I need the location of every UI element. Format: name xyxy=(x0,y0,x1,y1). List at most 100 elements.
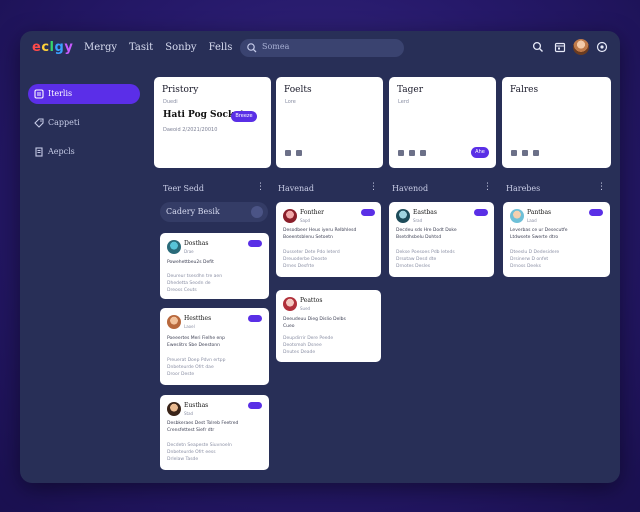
card-detail: Dteeslu D Dedesidere xyxy=(510,250,560,255)
sidebar-item-iterlis[interactable]: Iterlis xyxy=(28,84,140,104)
task-card[interactable]: Hestthes Laoel Poeeertes Meri Fielhe enp… xyxy=(160,308,269,385)
card-detail: Drnoss Deeks xyxy=(510,264,541,269)
like-icon[interactable] xyxy=(285,150,291,156)
card-name: Pantbas xyxy=(527,209,552,216)
sidebar-item-label: Cappeti xyxy=(48,118,80,127)
card-text: Leverbas ce ur Desecutfe xyxy=(510,228,568,233)
user-avatar[interactable] xyxy=(573,39,589,55)
board-icon xyxy=(34,89,44,99)
stat-card-foelts[interactable]: Foelts Lore xyxy=(276,77,383,168)
card-name: Fonther xyxy=(300,209,325,216)
category-filter[interactable]: Cadery Besik xyxy=(160,202,268,222)
nav-item-tasit[interactable]: Tasit xyxy=(129,42,153,53)
avatar xyxy=(167,315,181,329)
status-badge[interactable] xyxy=(248,240,262,247)
status-badge[interactable] xyxy=(589,209,603,216)
settings-icon[interactable] xyxy=(596,41,608,53)
card-name: Dosthas xyxy=(184,240,209,247)
card-name: Eusthas xyxy=(184,402,209,409)
column-title: Harebes xyxy=(506,184,541,193)
category-filter-label: Cadery Besik xyxy=(166,207,220,216)
logo-letter: e xyxy=(32,40,42,55)
ahe-button[interactable]: Ahe xyxy=(471,147,489,158)
card-text: Crensfettest Siefr dtr xyxy=(167,428,215,433)
avatar xyxy=(510,209,524,223)
status-badge[interactable] xyxy=(361,209,375,216)
more-icon[interactable]: ⋮ xyxy=(597,182,606,192)
card-text: Desodbeer Heus iyeru Relbhlesd xyxy=(283,228,357,233)
sidebar-item-cappeti[interactable]: Cappeti xyxy=(28,113,140,133)
sidebar-item-aepcls[interactable]: Aepcls xyxy=(28,142,140,162)
search-icon[interactable] xyxy=(532,41,544,53)
card-detail: Deotsmoh Dsnee xyxy=(283,343,322,348)
card-text: Deeudeuu Dieg Dislio Delbs xyxy=(283,317,346,322)
card-detail: Dnbeteurde Ofrt dae xyxy=(167,365,214,370)
task-card[interactable]: Eusthas Stad Desbkeraes Dest Tolreb Feet… xyxy=(160,395,269,470)
stat-icons xyxy=(285,150,302,156)
stat-icons xyxy=(398,150,426,156)
card-detail: Deupdirrir Dere Peede xyxy=(283,336,334,341)
task-card[interactable]: Eastbas Srad Decdeu sds Hre Dodt Doke Bs… xyxy=(389,202,494,277)
card-detail: Drnes Desfrte xyxy=(283,264,315,269)
stat-card-falres[interactable]: Falres xyxy=(502,77,611,168)
card-text: Ltdwsete Swerte dtro xyxy=(510,235,559,240)
nav-item-fells[interactable]: Fells xyxy=(209,42,233,53)
card-sub: Srad xyxy=(413,218,423,223)
logo-letter: c xyxy=(41,40,50,55)
task-card[interactable]: Pantbas Laad Leverbas ce ur Desecutfe Lt… xyxy=(503,202,610,277)
card-text: Poeeertes Meri Fielhe enp xyxy=(167,336,226,341)
card-detail: Dhedetta Seodn de xyxy=(167,281,211,286)
stat-meta: Daeoid 2/2021/20010 xyxy=(163,127,218,133)
column-title: Teer Sedd xyxy=(163,184,205,193)
like-icon[interactable] xyxy=(398,150,404,156)
top-nav: Mergy Tasit Sonby Fells xyxy=(84,42,232,53)
search-input[interactable]: Somea xyxy=(240,39,404,57)
status-badge[interactable] xyxy=(248,402,262,409)
card-detail: Deureur tsesdhn tre aen xyxy=(167,274,223,279)
card-text: Bsetdhsbelu Dohtsd xyxy=(396,235,442,240)
stat-card-pristory[interactable]: Pristory Duedi Hati Pog Socket Daeoid 2/… xyxy=(154,77,271,168)
more-icon[interactable]: ⋮ xyxy=(483,182,492,192)
card-text: Eweslitrs Sbe Deestonn xyxy=(167,343,221,348)
app-logo[interactable]: eclgy xyxy=(32,40,73,55)
card-detail: Dekse Poesoes Pdb leteds xyxy=(396,250,455,255)
card-detail: Drnotes Desles xyxy=(396,264,431,269)
comment-icon[interactable] xyxy=(409,150,415,156)
comment-icon[interactable] xyxy=(522,150,528,156)
card-detail: Dnbeteurde Ofrt eess xyxy=(167,450,216,455)
status-badge[interactable] xyxy=(248,315,262,322)
status-badge[interactable] xyxy=(474,209,488,216)
close-icon[interactable] xyxy=(251,206,263,218)
card-text: Cueo xyxy=(283,324,295,329)
breeze-button[interactable]: Breeze xyxy=(231,111,257,122)
like-icon[interactable] xyxy=(511,150,517,156)
card-name: Peattos xyxy=(300,297,323,304)
avatar xyxy=(283,297,297,311)
card-detail: Dnutes Deade xyxy=(283,350,316,355)
column-title: Havenad xyxy=(278,184,315,193)
card-detail: Dreoss Ceuts xyxy=(167,288,197,293)
share-icon[interactable] xyxy=(533,150,539,156)
card-sub: Sapd xyxy=(300,218,311,223)
search-icon xyxy=(247,43,257,53)
calendar-icon[interactable] xyxy=(554,41,566,53)
stat-subtitle: Lerd xyxy=(398,99,409,105)
task-card[interactable]: Dosthas Drae Powehettbeu2s Defit Deureur… xyxy=(160,233,269,299)
card-detail: Dusseter Dete Pdo leterd xyxy=(283,250,340,255)
share-icon[interactable] xyxy=(420,150,426,156)
more-icon[interactable]: ⋮ xyxy=(256,182,265,192)
stat-title: Pristory xyxy=(162,85,199,95)
task-card[interactable]: Peattos Sued Deeudeuu Dieg Dislio Delbs … xyxy=(276,290,381,362)
card-detail: Drlelaw Tasde xyxy=(167,457,199,462)
task-card[interactable]: Fonther Sapd Desodbeer Heus iyeru Relbhl… xyxy=(276,202,381,277)
nav-item-sonby[interactable]: Sonby xyxy=(165,42,196,53)
avatar xyxy=(396,209,410,223)
stat-card-tager[interactable]: Tager Lerd Ahe xyxy=(389,77,496,168)
more-icon[interactable]: ⋮ xyxy=(369,182,378,192)
nav-item-mergy[interactable]: Mergy xyxy=(84,42,117,53)
comment-icon[interactable] xyxy=(296,150,302,156)
card-text: Decdeu sds Hre Dodt Doke xyxy=(396,228,457,233)
stat-subtitle: Duedi xyxy=(163,99,178,105)
card-name: Hestthes xyxy=(184,315,212,322)
logo-letter: y xyxy=(64,40,74,55)
